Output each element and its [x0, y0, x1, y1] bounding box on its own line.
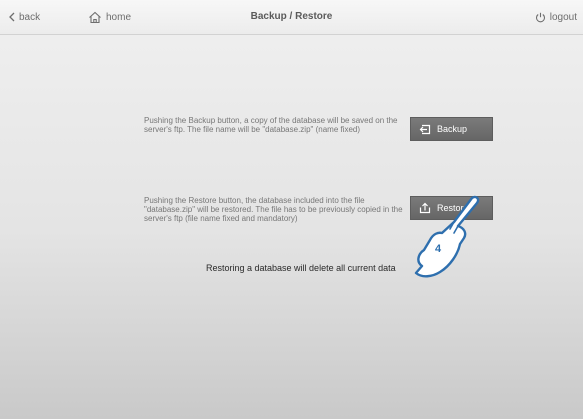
- step-number-badge: 4: [434, 243, 442, 255]
- pointing-hand-icon: [410, 192, 482, 287]
- power-icon: [535, 12, 546, 23]
- backup-button-label: Backup: [437, 124, 468, 134]
- restore-description: Pushing the Restore button, the database…: [144, 196, 403, 223]
- backup-button[interactable]: Backup: [410, 117, 493, 141]
- backup-restore-screen: back home Backup / Restore logout Pushin…: [0, 0, 583, 419]
- logout-label: logout: [549, 11, 577, 23]
- delete-warning: Restoring a database will delete all cur…: [206, 263, 396, 273]
- logout-button[interactable]: logout: [535, 9, 577, 25]
- top-navigation-bar: back home Backup / Restore logout: [0, 0, 583, 35]
- backup-icon: [419, 124, 431, 135]
- page-title: Backup / Restore: [250, 11, 333, 22]
- backup-description: Pushing the Backup button, a copy of the…: [144, 116, 398, 134]
